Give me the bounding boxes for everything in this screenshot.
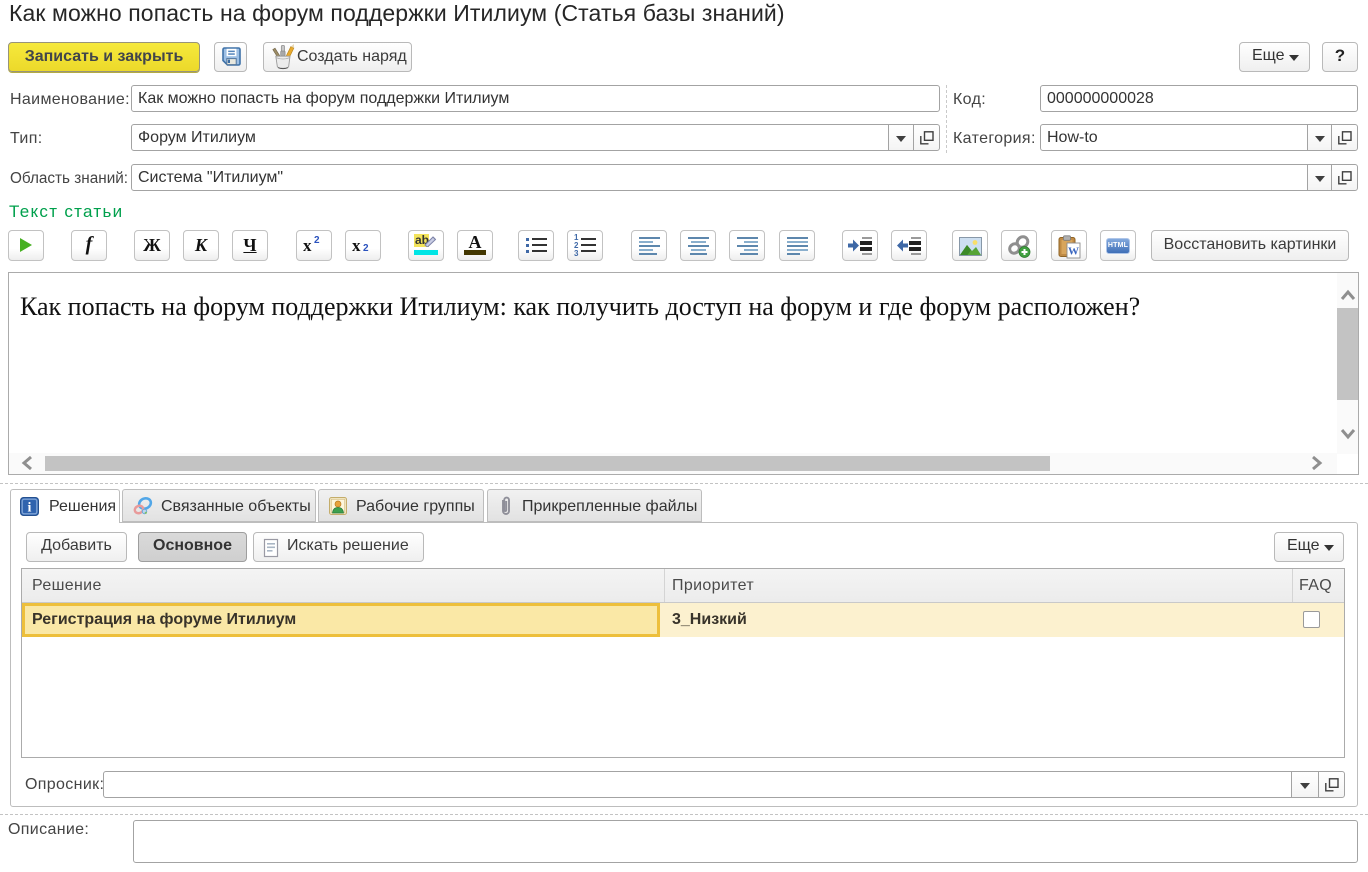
svg-text:i: i xyxy=(28,501,32,516)
svg-text:W: W xyxy=(1068,246,1079,258)
